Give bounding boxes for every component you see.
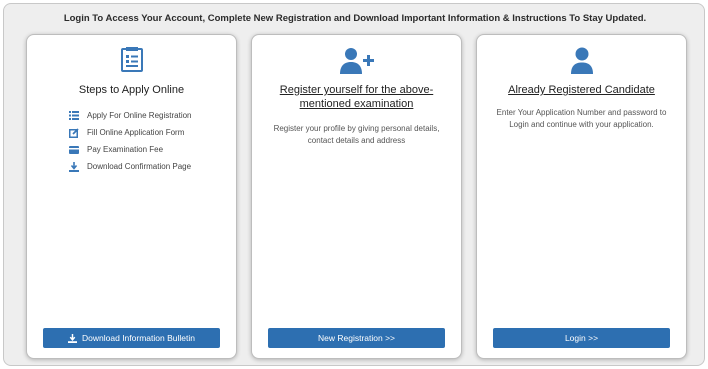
registration-card: Register yourself for the above-mentione… bbox=[251, 34, 462, 359]
steps-card: Steps to Apply Online Apply For Online R… bbox=[26, 34, 237, 359]
form-list-icon bbox=[27, 47, 236, 75]
step-item: Apply For Online Registration bbox=[69, 107, 192, 124]
step-label: Fill Online Application Form bbox=[87, 128, 185, 137]
download-information-bulletin-button[interactable]: Download Information Bulletin bbox=[43, 328, 220, 348]
login-button[interactable]: Login >> bbox=[493, 328, 670, 348]
step-item: Fill Online Application Form bbox=[69, 124, 192, 141]
register-title-link[interactable]: Register yourself for the above-mentione… bbox=[260, 83, 453, 111]
login-description: Enter Your Application Number and passwo… bbox=[496, 108, 667, 129]
download-icon bbox=[69, 161, 79, 172]
step-item: Download Confirmation Page bbox=[69, 158, 192, 175]
login-options-panel: Login To Access Your Account, Complete N… bbox=[3, 3, 705, 366]
new-registration-button[interactable]: New Registration >> bbox=[268, 328, 445, 348]
step-item: Pay Examination Fee bbox=[69, 141, 192, 158]
register-description: Register your profile by giving personal… bbox=[273, 124, 440, 145]
step-label: Apply For Online Registration bbox=[87, 111, 192, 120]
login-card: Already Registered Candidate Enter Your … bbox=[476, 34, 687, 359]
download-icon bbox=[68, 333, 78, 343]
steps-title: Steps to Apply Online bbox=[78, 84, 185, 96]
user-plus-icon bbox=[252, 47, 461, 75]
step-label: Download Confirmation Page bbox=[87, 162, 192, 171]
credit-card-icon bbox=[69, 145, 79, 155]
button-label: Download Information Bulletin bbox=[82, 333, 195, 343]
step-label: Pay Examination Fee bbox=[87, 145, 164, 154]
already-registered-title-link[interactable]: Already Registered Candidate bbox=[485, 83, 678, 97]
steps-list: Apply For Online Registration Fill Onlin… bbox=[69, 107, 192, 175]
edit-icon bbox=[69, 127, 79, 138]
user-icon bbox=[477, 47, 686, 75]
list-icon bbox=[69, 111, 79, 121]
page-headline: Login To Access Your Account, Complete N… bbox=[63, 13, 647, 24]
